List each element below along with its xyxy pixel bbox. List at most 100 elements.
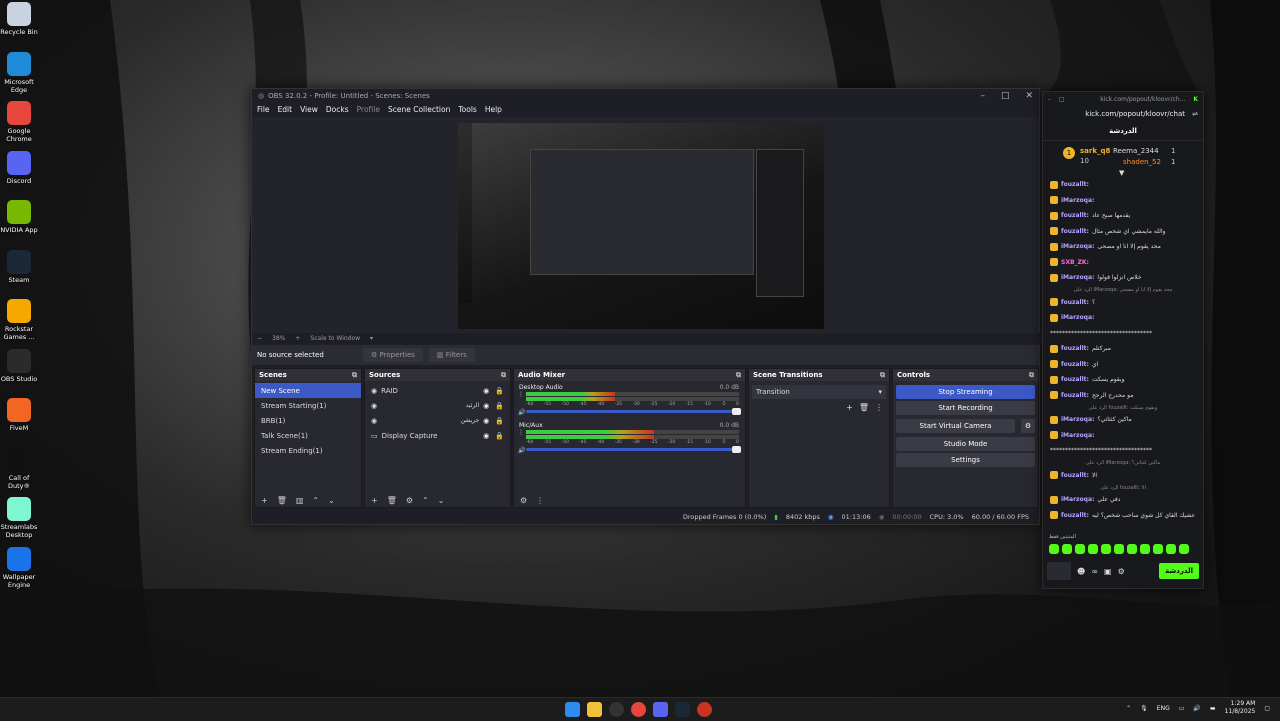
close-icon[interactable]: ✕	[1025, 91, 1033, 101]
studio-mode-button[interactable]: Studio Mode	[896, 437, 1035, 451]
chat-username[interactable]: fouzallt:	[1061, 345, 1089, 352]
minimize-icon[interactable]: –	[980, 91, 985, 101]
add-transition-icon[interactable]: +	[846, 403, 853, 412]
link-icon[interactable]: ∞	[1091, 567, 1098, 576]
filters-button[interactable]: ▥ Filters	[428, 348, 475, 362]
chrome-taskbar-icon[interactable]	[631, 702, 646, 717]
microphone-icon[interactable]: 🎙	[1140, 705, 1148, 712]
remove-source-icon[interactable]: 🗑	[387, 496, 397, 505]
move-up-icon[interactable]: ⌃	[312, 496, 319, 505]
scene-item[interactable]: Talk Scene(1)	[255, 428, 361, 443]
source-settings-icon[interactable]: ⚙	[406, 496, 413, 505]
virtual-camera-settings-icon[interactable]: ⚙	[1021, 419, 1035, 433]
maximize-icon[interactable]: □	[1059, 96, 1065, 103]
speaker-icon[interactable]: 🔊	[518, 447, 525, 454]
scene-item[interactable]: New Scene	[255, 383, 361, 398]
emote-icon[interactable]	[1088, 544, 1098, 554]
desktop-icon[interactable]: NVIDIA App	[0, 200, 38, 234]
expand-icon[interactable]: ▼	[1119, 169, 1124, 177]
desktop-icon[interactable]: Discord	[0, 150, 38, 185]
source-item[interactable]: ◉ جريشن ◉ 🔒	[365, 413, 510, 428]
emote-icon[interactable]	[1153, 544, 1163, 554]
transition-options-icon[interactable]: ⋮	[875, 403, 883, 412]
emote-icon[interactable]	[1114, 544, 1124, 554]
desktop-icon[interactable]: Streamlabs Desktop	[0, 497, 38, 539]
emote-icon[interactable]	[1075, 544, 1085, 554]
menu-tools[interactable]: Tools	[458, 105, 476, 114]
chat-username[interactable]: fouzallt:	[1061, 228, 1089, 235]
eye-icon[interactable]: ◉	[483, 417, 489, 425]
chat-send-button[interactable]: الدردشة	[1159, 563, 1199, 579]
remove-scene-icon[interactable]: 🗑	[277, 496, 287, 505]
properties-button[interactable]: ⚙ Properties	[363, 348, 423, 362]
add-source-icon[interactable]: +	[371, 496, 378, 505]
gear-icon[interactable]: ⚙	[1118, 567, 1125, 576]
desktop-icon[interactable]: FiveM	[0, 398, 38, 432]
menu-edit[interactable]: Edit	[278, 105, 293, 114]
scale-dropdown-icon[interactable]: ▾	[370, 335, 373, 342]
avatar[interactable]	[1047, 562, 1071, 580]
chat-username[interactable]: iMarzoqa:	[1061, 243, 1094, 250]
scene-item[interactable]: Stream Ending(1)	[255, 443, 361, 458]
lock-icon[interactable]: 🔒	[495, 432, 504, 440]
battery-icon[interactable]: ▬	[1210, 705, 1216, 712]
chat-username[interactable]: fouzallt:	[1061, 181, 1089, 188]
desktop-icon[interactable]: Microsoft Edge	[0, 51, 38, 94]
chat-username[interactable]: fouzallt:	[1061, 212, 1089, 219]
app-taskbar-icon[interactable]	[697, 702, 712, 717]
scene-item[interactable]: BRB(1)	[255, 413, 361, 428]
scene-filters-icon[interactable]: ▥	[296, 496, 304, 505]
lock-icon[interactable]: 🔒	[495, 417, 504, 425]
settings-button[interactable]: Settings	[896, 453, 1035, 467]
network-icon[interactable]: ▭	[1179, 705, 1185, 712]
chat-username[interactable]: fouzallt:	[1061, 361, 1089, 368]
start-recording-button[interactable]: Start Recording	[896, 401, 1035, 415]
discord-taskbar-icon[interactable]	[653, 702, 668, 717]
audio-settings-icon[interactable]: ⚙	[520, 496, 527, 505]
lock-icon[interactable]: 🔒	[495, 387, 504, 395]
chat-username[interactable]: fouzallt:	[1061, 512, 1089, 519]
menu-scene-collection[interactable]: Scene Collection	[388, 105, 450, 114]
scale-mode[interactable]: Scale to Window	[310, 335, 360, 342]
steam-taskbar-icon[interactable]	[675, 702, 690, 717]
stop-streaming-button[interactable]: Stop Streaming	[896, 385, 1035, 399]
menu-view[interactable]: View	[300, 105, 318, 114]
chat-username[interactable]: iMarzoqa:	[1061, 416, 1094, 423]
popout-icon[interactable]: ⧉	[352, 371, 357, 380]
notifications-icon[interactable]: ▢	[1264, 705, 1270, 712]
zoom-out-button[interactable]: −	[257, 335, 262, 342]
popout-icon[interactable]: ⧉	[501, 371, 506, 380]
eye-icon[interactable]: ◉	[483, 432, 489, 440]
desktop-icon[interactable]: Google Chrome	[0, 101, 38, 143]
chat-username[interactable]: SXB_ZK:	[1061, 259, 1089, 266]
emoji-icon[interactable]: ☻	[1077, 567, 1085, 576]
emote-icon[interactable]	[1101, 544, 1111, 554]
popout-icon[interactable]: ⧉	[736, 371, 741, 380]
scene-item[interactable]: Stream Starting(1)	[255, 398, 361, 413]
desktop-icon[interactable]: Call of Duty®	[0, 447, 38, 490]
file-explorer-icon[interactable]	[587, 702, 602, 717]
zoom-in-button[interactable]: +	[295, 335, 300, 342]
desktop-icon[interactable]: Recycle Bin	[0, 2, 38, 36]
desktop-icon[interactable]: Steam	[0, 249, 38, 284]
remove-transition-icon[interactable]: 🗑	[859, 403, 869, 412]
move-down-icon[interactable]: ⌄	[438, 496, 445, 505]
emote-icon[interactable]	[1049, 544, 1059, 554]
menu-docks[interactable]: Docks	[326, 105, 349, 114]
channel-menu-icon[interactable]: ⋮	[518, 429, 524, 436]
maximize-icon[interactable]: □	[1001, 91, 1010, 101]
lock-icon[interactable]: 🔒	[495, 402, 504, 410]
source-item[interactable]: ◉ RAID ◉ 🔒	[365, 383, 510, 398]
move-up-icon[interactable]: ⌃	[422, 496, 429, 505]
emote-icon[interactable]	[1166, 544, 1176, 554]
desktop-icon[interactable]: Wallpaper Engine	[0, 546, 38, 589]
chat-username[interactable]: fouzallt:	[1061, 376, 1089, 383]
chevron-up-icon[interactable]: ⌃	[1126, 705, 1131, 712]
chat-username[interactable]: fouzallt:	[1061, 472, 1089, 479]
slider-knob[interactable]	[732, 446, 741, 453]
chat-username[interactable]: fouzallt:	[1061, 299, 1089, 306]
clock[interactable]: 1:29 AM 11/8/2025	[1225, 700, 1256, 716]
emote-icon[interactable]	[1140, 544, 1150, 554]
chat-username[interactable]: iMarzoqa:	[1061, 274, 1094, 281]
source-item[interactable]: ▭ Display Capture ◉ 🔒	[365, 428, 510, 443]
